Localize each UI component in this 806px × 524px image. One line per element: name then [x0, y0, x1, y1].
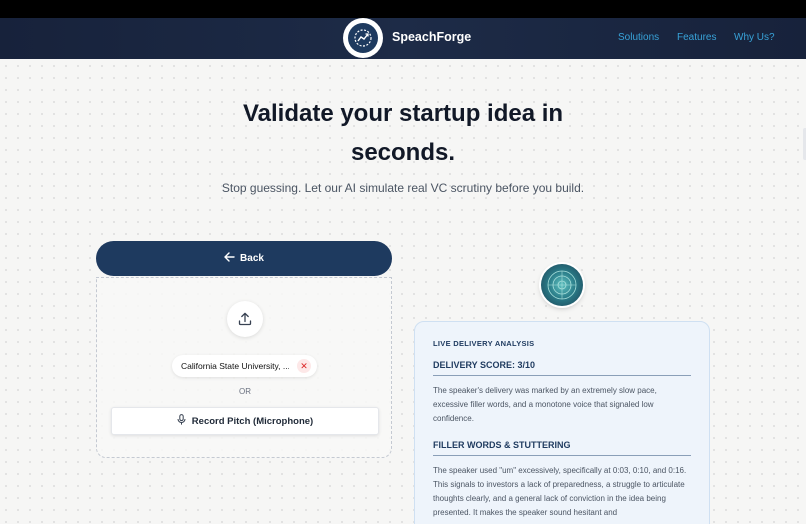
brand-name[interactable]: SpeachForge	[392, 30, 471, 44]
hero-title: Validate your startup idea in seconds.	[242, 100, 564, 166]
hero-subtitle: Stop guessing. Let our AI simulate real …	[221, 181, 585, 195]
top-black-bar	[0, 0, 806, 18]
upload-dropzone[interactable]: California State University, ... ✕ OR Re…	[96, 277, 392, 458]
logo-icon	[348, 23, 378, 53]
selected-file-chip: California State University, ... ✕	[172, 355, 317, 377]
file-name: California State University, ...	[181, 361, 289, 371]
or-divider: OR	[239, 387, 251, 396]
nav-link-why-us[interactable]: Why Us?	[734, 32, 775, 43]
arrow-left-icon	[224, 252, 235, 265]
microphone-icon	[177, 414, 186, 428]
filler-words-text: The speaker used "um" excessively, speci…	[433, 466, 687, 517]
brand-logo[interactable]	[343, 18, 383, 58]
ai-analyzer-avatar	[541, 264, 583, 306]
nav-link-solutions[interactable]: Solutions	[618, 32, 659, 43]
delivery-score-text: The speaker's delivery was marked by an …	[433, 386, 657, 423]
record-pitch-label: Record Pitch (Microphone)	[191, 415, 314, 427]
delivery-score-heading: DELIVERY SCORE: 3/10	[433, 360, 691, 376]
record-pitch-button[interactable]: Record Pitch (Microphone)	[111, 407, 379, 435]
back-button-label: Back	[240, 253, 264, 264]
delivery-analysis-card: LIVE DELIVERY ANALYSIS DELIVERY SCORE: 3…	[414, 321, 710, 524]
nav-link-features[interactable]: Features	[677, 32, 716, 43]
radar-icon	[547, 270, 577, 300]
filler-words-heading: FILLER WORDS & STUTTERING	[433, 440, 691, 456]
navbar: SpeachForge Solutions Features Why Us?	[0, 18, 806, 59]
upload-icon[interactable]	[227, 301, 263, 337]
back-button[interactable]: Back	[96, 241, 392, 276]
analysis-label: LIVE DELIVERY ANALYSIS	[433, 339, 535, 348]
remove-file-icon[interactable]: ✕	[297, 359, 311, 373]
